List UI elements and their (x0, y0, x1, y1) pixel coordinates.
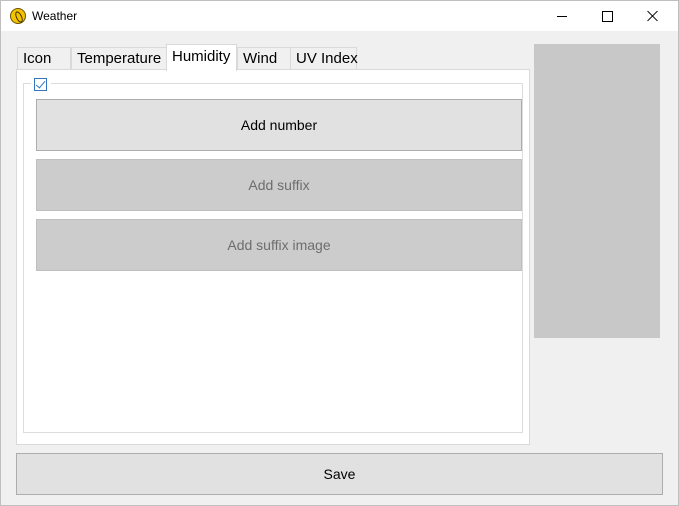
humidity-tab-panel: Add number Add suffix Add suffix image (16, 69, 530, 445)
title-bar[interactable]: Weather (1, 1, 678, 31)
tab-humidity[interactable]: Humidity (166, 44, 237, 71)
weather-window: Weather Icon Temperature Humidity Wind U… (0, 0, 679, 506)
maximize-icon (601, 10, 613, 22)
enable-humidity-checkbox[interactable] (34, 78, 47, 91)
tab-temperature[interactable]: Temperature (71, 47, 167, 70)
add-number-button[interactable]: Add number (36, 99, 522, 151)
humidity-groupbox: Add number Add suffix Add suffix image (23, 83, 523, 433)
close-button[interactable] (630, 1, 676, 31)
tab-uv-index[interactable]: UV Index (290, 47, 358, 70)
minimize-button[interactable] (539, 1, 585, 31)
window-title: Weather (32, 9, 78, 23)
app-logo-icon (10, 8, 26, 24)
preview-area (534, 44, 660, 338)
minimize-icon (557, 15, 567, 17)
add-suffix-image-button[interactable]: Add suffix image (36, 219, 522, 271)
save-button[interactable]: Save (16, 453, 663, 495)
tab-icon[interactable]: Icon (17, 47, 71, 70)
tab-wind[interactable]: Wind (237, 47, 291, 70)
add-suffix-button[interactable]: Add suffix (36, 159, 522, 211)
maximize-button[interactable] (584, 1, 630, 31)
close-icon (647, 10, 659, 22)
